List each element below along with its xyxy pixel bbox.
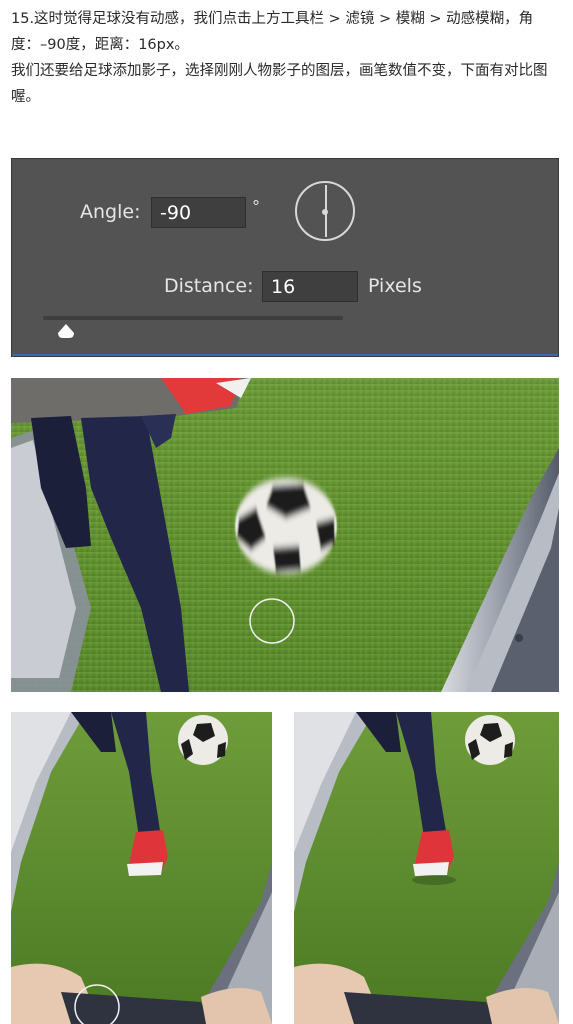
comparison-photo-left — [11, 712, 272, 1024]
blurred-ball-photo — [11, 378, 559, 692]
distance-input[interactable]: 16 — [262, 271, 358, 302]
angle-dial-icon[interactable] — [295, 181, 355, 241]
comparison-photo-right — [294, 712, 559, 1024]
angle-label: Angle: — [80, 201, 141, 223]
pixels-unit-label: Pixels — [368, 275, 422, 297]
distance-label: Distance: — [164, 275, 254, 297]
article-text: 15.这时觉得足球没有动感，我们点击上方工具栏 > 滤镜 > 模糊 > 动感模糊… — [11, 6, 561, 110]
comparison-scene-right — [294, 712, 559, 1024]
blurred-ball-scene — [11, 378, 559, 692]
paragraph-2: 我们还要给足球添加影子，选择刚刚人物影子的图层，画笔数值不变，下面有对比图喔。 — [11, 63, 548, 105]
comparison-scene-left — [11, 712, 272, 1024]
motion-blur-dialog: Angle: -90 ° Distance: 16 Pixels — [11, 158, 559, 357]
paragraph-1: 15.这时觉得足球没有动感，我们点击上方工具栏 > 滤镜 > 模糊 > 动感模糊… — [11, 11, 534, 53]
degree-symbol: ° — [252, 197, 260, 216]
angle-input[interactable]: -90 — [151, 197, 246, 228]
distance-slider-track[interactable] — [43, 316, 343, 320]
slider-handle-icon[interactable] — [56, 323, 76, 339]
dialog-accent-line — [12, 354, 558, 356]
